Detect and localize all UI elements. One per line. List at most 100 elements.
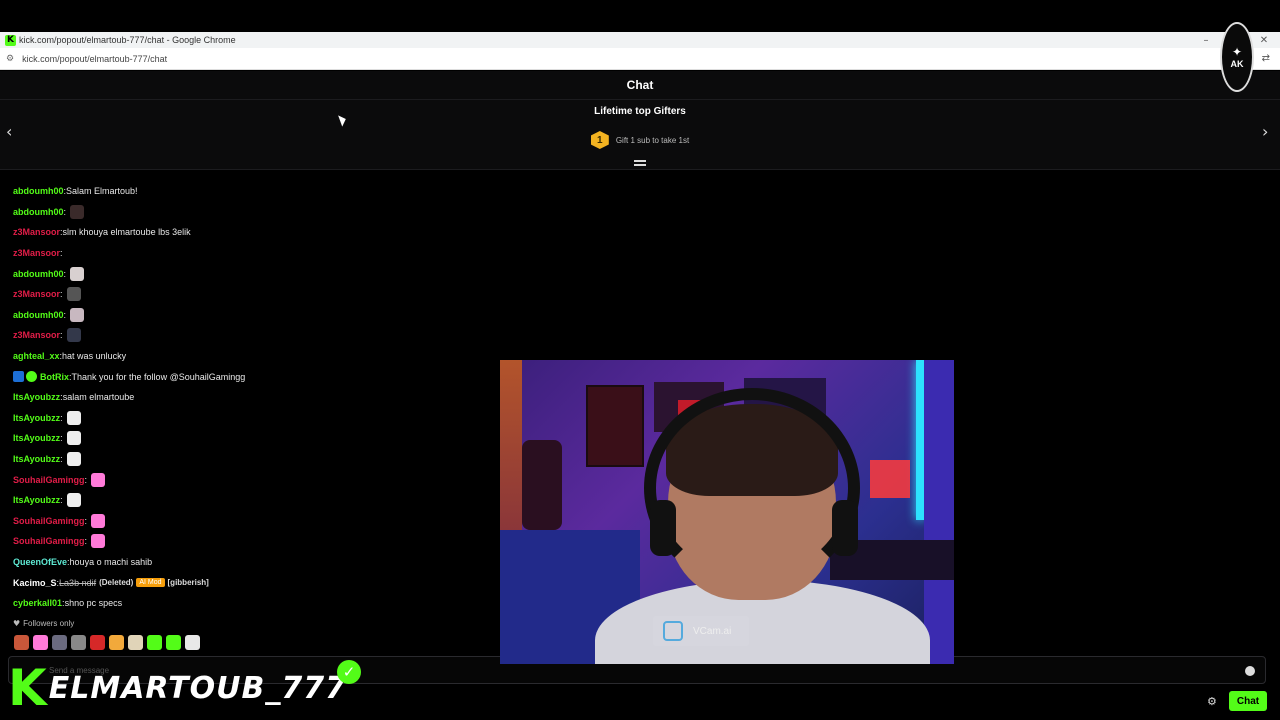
browser-titlebar: K kick.com/popout/elmartoub-777/chat - G…: [0, 32, 1280, 48]
chat-username[interactable]: ItsAyoubzz: [13, 413, 60, 423]
chat-username[interactable]: BotRix: [40, 372, 69, 382]
send-chat-button[interactable]: Chat: [1229, 691, 1267, 711]
chat-header: Chat: [0, 71, 1280, 100]
chat-separator: :: [63, 206, 67, 217]
screen: K kick.com/popout/elmartoub-777/chat - G…: [0, 0, 1280, 720]
chat-message: ItsAyoubzz:: [13, 449, 493, 470]
webcam-overlay: VCam.ai: [500, 360, 954, 664]
quick-emote-icon[interactable]: [185, 635, 200, 650]
chat-message: z3Mansoor:: [13, 284, 493, 305]
top-gifters-panel: Lifetime top Gifters ‹ › 1 Gift 1 sub to…: [0, 100, 1280, 170]
quick-emote-icon[interactable]: [33, 635, 48, 650]
chat-username[interactable]: z3Mansoor: [13, 330, 60, 340]
vcam-logo-icon: [663, 621, 683, 641]
quick-emote-icon[interactable]: [166, 635, 181, 650]
quick-emote-icon[interactable]: [90, 635, 105, 650]
deleted-message-text: La3b ndif: [59, 577, 97, 588]
chat-separator: :: [60, 433, 63, 444]
emote-icon: [66, 431, 81, 446]
chat-message-text: Thank you for the follow @SouhailGamingg: [71, 371, 246, 382]
chat-username[interactable]: abdoumh00: [13, 207, 64, 217]
quick-emote-icon[interactable]: [109, 635, 124, 650]
chat-username[interactable]: ItsAyoubzz: [13, 392, 60, 402]
quick-emote-icon[interactable]: [14, 635, 29, 650]
gift-hint: Gift 1 sub to take 1st: [615, 135, 690, 145]
followers-only-label: Followers only: [23, 619, 75, 628]
chat-username[interactable]: SouhailGamingg: [13, 475, 85, 485]
chat-message-text: houya o machi sahib: [69, 556, 153, 567]
chat-username[interactable]: ItsAyoubzz: [13, 454, 60, 464]
chat-username[interactable]: ItsAyoubzz: [13, 495, 60, 505]
chat-message: z3Mansoor:: [13, 243, 493, 264]
chat-message: abdoumh00:: [13, 202, 493, 223]
chat-username[interactable]: z3Mansoor: [13, 289, 60, 299]
minimize-button[interactable]: –: [1198, 32, 1214, 48]
chat-separator: :: [60, 495, 63, 506]
kick-logo-icon: K: [8, 659, 47, 717]
emote-icon: [66, 287, 81, 302]
chat-settings-icon[interactable]: ⚙: [1207, 695, 1217, 708]
chat-username[interactable]: cyberkall01: [13, 598, 62, 608]
chat-username[interactable]: abdoumh00: [13, 269, 64, 279]
chat-message: SouhailGamingg:: [13, 469, 493, 490]
chat-username[interactable]: z3Mansoor: [13, 227, 60, 237]
quick-emote-icon[interactable]: [71, 635, 86, 650]
chat-message-text: salam elmartoube: [62, 392, 135, 403]
followers-only-notice: ♥ Followers only: [13, 619, 74, 628]
chat-message: ItsAyoubzz:: [13, 490, 493, 511]
vcam-watermark: VCam.ai: [653, 616, 749, 646]
moderation-reason: [gibberish]: [167, 578, 209, 588]
site-settings-icon[interactable]: ⚙: [6, 54, 14, 64]
chat-separator: :: [84, 474, 88, 485]
emote-icon: [66, 493, 81, 508]
chat-message: abdoumh00:: [13, 305, 493, 326]
chat-username[interactable]: QueenOfEve: [13, 557, 67, 567]
webcam-pc-glow: [870, 460, 910, 498]
chat-separator: :: [60, 330, 63, 341]
chat-message-text: shno pc specs: [64, 598, 123, 609]
translate-icon[interactable]: ⇄: [1262, 53, 1270, 64]
verified-check-icon: ✓: [337, 660, 361, 684]
webcam-chair: [522, 440, 562, 530]
chat-username[interactable]: ItsAyoubzz: [13, 433, 60, 443]
chat-separator: :: [84, 536, 88, 547]
headset-earcup-right: [832, 500, 858, 556]
chat-message: cyberkall01: shno pc specs: [13, 593, 493, 614]
quick-emote-icon[interactable]: [52, 635, 67, 650]
chat-message: SouhailGamingg:: [13, 531, 493, 552]
chat-separator: :: [60, 248, 63, 259]
streamer-name: ELMARTOUB_777: [48, 670, 347, 706]
collapse-icon[interactable]: [634, 160, 646, 170]
chat-message: SouhailGamingg:: [13, 511, 493, 532]
emote-icon: [70, 204, 85, 219]
chat-username[interactable]: SouhailGamingg: [13, 516, 85, 526]
quick-emote-icon[interactable]: [128, 635, 143, 650]
ak-logo: ✦ AK: [1220, 22, 1254, 92]
webcam-poster-caption: [588, 452, 632, 464]
chat-message-text: Salam Elmartoub!: [66, 186, 138, 197]
kick-favicon-icon: K: [5, 34, 16, 46]
ai-mod-badge: AI Mod: [136, 578, 165, 588]
quick-emote-icon[interactable]: [147, 635, 162, 650]
chat-username[interactable]: abdoumh00: [13, 310, 64, 320]
emote-icon: [66, 410, 81, 425]
emote-icon: [91, 513, 106, 528]
close-window-button[interactable]: ✕: [1256, 32, 1272, 48]
eagle-icon: ✦: [1231, 45, 1243, 59]
chat-message-text: slm khouya elmartoube lbs 3elik: [62, 227, 191, 238]
chat-username[interactable]: aghteal_xx: [13, 351, 60, 361]
chat-username[interactable]: z3Mansoor: [13, 248, 60, 258]
gifters-title: Lifetime top Gifters: [594, 106, 686, 117]
address-bar[interactable]: ⚙ kick.com/popout/elmartoub-777/chat ⇄: [0, 48, 1280, 70]
chat-separator: :: [63, 309, 67, 320]
vcam-label: VCam.ai: [693, 625, 732, 637]
chat-username[interactable]: abdoumh00: [13, 186, 64, 196]
chat-username[interactable]: SouhailGamingg: [13, 536, 85, 546]
headset-earcup-left: [650, 500, 676, 556]
url-text[interactable]: kick.com/popout/elmartoub-777/chat: [22, 54, 167, 64]
chat-username[interactable]: Kacimo_S: [13, 578, 57, 588]
window-title: kick.com/popout/elmartoub-777/chat - Goo…: [19, 35, 236, 45]
emoji-picker-icon[interactable]: [1245, 666, 1255, 676]
gifter-slot[interactable]: 1 Gift 1 sub to take 1st: [0, 131, 1280, 149]
ak-logo-text: AK: [1230, 59, 1244, 69]
